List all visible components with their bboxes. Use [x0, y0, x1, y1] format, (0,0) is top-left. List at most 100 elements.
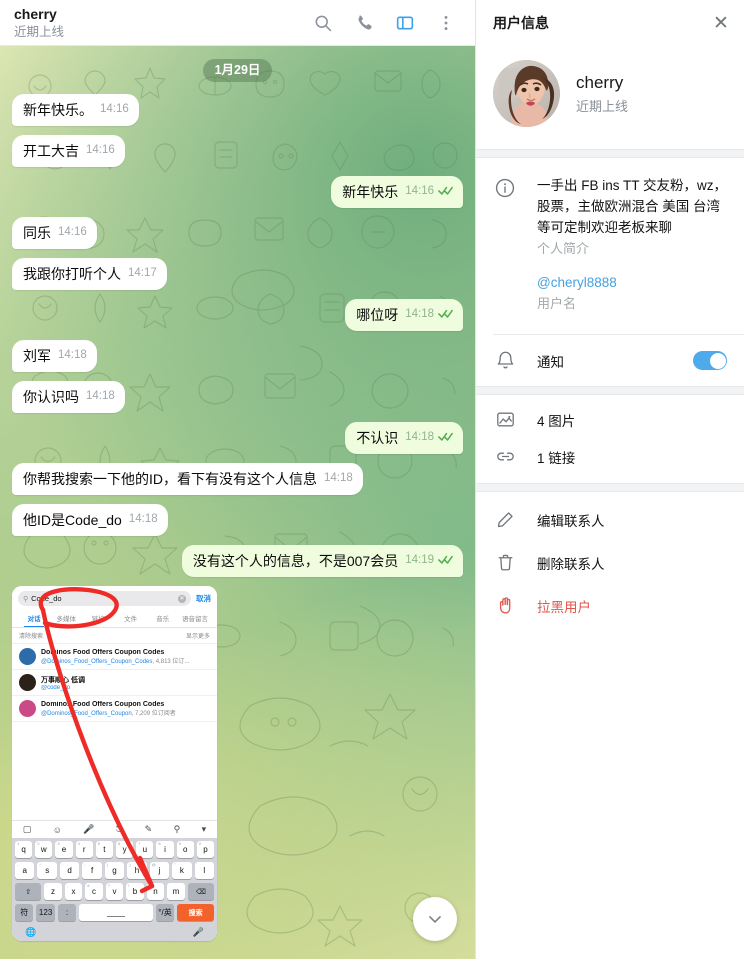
- keyboard-row-3: ⇧. z, x # c? v! b, n. m ⌫: [15, 883, 214, 900]
- more-menu-icon[interactable]: [435, 12, 457, 34]
- keyboard-key[interactable]: ,x: [64, 883, 83, 900]
- screenshot-tab[interactable]: 文件: [115, 610, 147, 627]
- keyboard-key[interactable]: 8i: [156, 841, 174, 858]
- globe-icon[interactable]: 🌐: [25, 927, 36, 938]
- keyboard-key[interactable]: :d: [59, 862, 80, 879]
- keyboard-key[interactable]: 5t: [95, 841, 113, 858]
- incoming-message-bubble[interactable]: 刘军 14:18: [12, 340, 97, 372]
- keyboard-key[interactable]: ⌫: [187, 883, 214, 900]
- incoming-message-bubble[interactable]: 你帮我搜索一下他的ID，看下有没有这个人信息 14:18: [12, 463, 363, 495]
- screenshot-tab[interactable]: 对话: [18, 610, 50, 627]
- handwriting-icon[interactable]: ✎: [145, 824, 153, 835]
- key-superscript: /: [39, 862, 41, 867]
- notifications-toggle[interactable]: [693, 351, 727, 370]
- photo-message-bubble[interactable]: ⚲ Code_do ✕ 取消 对话 多媒体 链接 文件 音乐 语音留言 清除搜索 显示更多: [12, 586, 217, 941]
- screenshot-result-row[interactable]: 万事顺心 低调 @code_do: [12, 670, 217, 696]
- incoming-message-bubble[interactable]: 他ID是Code_do 14:18: [12, 504, 168, 536]
- outgoing-message-bubble[interactable]: 哪位呀 14:18: [345, 299, 463, 331]
- keyboard-key[interactable]: 搜索: [177, 904, 215, 921]
- mic-icon[interactable]: 🎤: [83, 824, 94, 835]
- bio-row[interactable]: 一手出 FB ins TT 交友粉，wz，股票，主做欧洲混合 美国 台湾等可定制…: [493, 172, 727, 269]
- keyboard-key[interactable]: :: [57, 904, 77, 921]
- screenshot-result-row[interactable]: Dominos Food Offers Coupon Codes @Dominos…: [12, 696, 217, 722]
- message-list[interactable]: 1月29日 新年快乐。 14:16 开工大吉 14:16 新年快乐 14:16 同乐 14:1…: [0, 46, 475, 959]
- screenshot-tab[interactable]: 音乐: [147, 610, 179, 627]
- keyboard-key[interactable]: 3e: [55, 841, 73, 858]
- avatar[interactable]: [493, 60, 560, 127]
- chat-header-titles[interactable]: cherry 近期上线: [14, 6, 312, 40]
- incoming-message-bubble[interactable]: 新年快乐。 14:16: [12, 94, 139, 126]
- key-superscript: .: [46, 883, 48, 888]
- scroll-to-bottom-button[interactable]: [413, 897, 457, 941]
- keyboard-key[interactable]: ' l: [194, 862, 214, 879]
- search-icon[interactable]: ⚲: [174, 824, 181, 835]
- keyboard-key[interactable]: 符: [15, 904, 34, 921]
- keyboard-key[interactable]: / s: [37, 862, 57, 879]
- notifications-label: 通知: [537, 354, 564, 370]
- screenshot-tab[interactable]: 语音留言: [179, 610, 211, 627]
- keyboard-key[interactable]: 9o: [176, 841, 194, 858]
- screenshot-subbar-left[interactable]: 清除搜索: [19, 631, 43, 640]
- media-links-row[interactable]: 1 链接: [476, 438, 744, 475]
- phone-icon[interactable]: [353, 12, 375, 34]
- screenshot-tab[interactable]: 多媒体: [50, 610, 82, 627]
- outgoing-message-bubble[interactable]: 不认识 14:18: [345, 422, 463, 454]
- keyboard-key[interactable]: 7u: [136, 841, 154, 858]
- block-user-row[interactable]: 拉黑用户: [476, 584, 744, 627]
- keyboard-key[interactable]: 2w: [35, 841, 53, 858]
- message-meta: 14:16: [100, 100, 129, 120]
- incoming-message-bubble[interactable]: 开工大吉 14:16: [12, 135, 125, 167]
- keyboard-key[interactable]: ! b: [126, 883, 144, 900]
- photo-message-row: ⚲ Code_do ✕ 取消 对话 多媒体 链接 文件 音乐 语音留言 清除搜索 显示更多: [12, 586, 463, 941]
- keyboard-key[interactable]: ,n: [146, 883, 165, 900]
- profile-section: cherry 近期上线: [476, 46, 744, 149]
- result-text: Dominos Food Offers Coupon Codes @Dominos…: [41, 701, 210, 717]
- sidebar-toggle-icon[interactable]: [394, 12, 416, 34]
- message-row: 刘军 14:18: [12, 340, 463, 372]
- incoming-message-bubble[interactable]: 同乐 14:16: [12, 217, 97, 249]
- screenshot-search-field[interactable]: ⚲ Code_do ✕: [18, 591, 191, 606]
- keyboard-key[interactable]: .m: [167, 883, 185, 900]
- sogou-icon[interactable]: ▢: [23, 824, 32, 835]
- keyboard-key[interactable]: 6y: [116, 841, 134, 858]
- search-icon[interactable]: [312, 12, 334, 34]
- keyboard-key[interactable]: 0p: [196, 841, 215, 858]
- username-value[interactable]: @cheryl8888: [537, 272, 727, 293]
- keyboard-key[interactable]: 4r: [75, 841, 93, 858]
- edit-contact-row[interactable]: 编辑联系人: [476, 498, 744, 541]
- outgoing-message-bubble[interactable]: 没有这个人的信息，不是007会员 14:19: [181, 545, 463, 577]
- username-row[interactable]: @cheryl8888 用户名: [493, 269, 727, 324]
- incoming-message-bubble[interactable]: 我跟你打听个人 14:17: [12, 258, 167, 290]
- keyboard-key[interactable]: °/英: [155, 904, 175, 921]
- message-time: 14:17: [128, 267, 157, 279]
- keyboard-key[interactable]: # c: [85, 883, 103, 900]
- screenshot-result-row[interactable]: Dominos Food Offers Coupon Codes @Dominos…: [12, 644, 217, 670]
- notifications-row[interactable]: 通知: [476, 335, 744, 386]
- keyboard-key[interactable]: (g: [104, 862, 125, 879]
- delete-contact-row[interactable]: 删除联系人: [476, 541, 744, 584]
- clear-icon[interactable]: ✕: [178, 594, 186, 603]
- keyboard-key[interactable]: ⇧: [15, 883, 42, 900]
- message-time: 14:16: [405, 185, 434, 197]
- keyboard-key[interactable]: " k: [172, 862, 192, 879]
- outgoing-message-bubble[interactable]: 新年快乐 14:16: [331, 176, 463, 208]
- incoming-message-bubble[interactable]: 你认识吗 14:18: [12, 381, 125, 413]
- keyboard-key[interactable]: ? v: [105, 883, 124, 900]
- keyboard-key[interactable]: 1q: [14, 841, 33, 858]
- keyboard-key[interactable]: 123: [36, 904, 55, 921]
- emoji-icon[interactable]: ☺: [53, 825, 62, 835]
- keyboard-key[interactable]: -a: [15, 862, 35, 879]
- close-icon[interactable]: ✕: [710, 12, 732, 34]
- keyboard-icon[interactable]: ⎋: [116, 824, 123, 835]
- keyboard-key[interactable]: .z: [44, 883, 62, 900]
- collapse-icon[interactable]: ▾: [202, 824, 207, 835]
- screenshot-subbar-right[interactable]: 显示更多: [186, 631, 210, 640]
- mic-icon[interactable]: 🎤: [193, 927, 204, 938]
- keyboard-key[interactable]: @ j: [149, 862, 170, 879]
- keyboard-key[interactable]: ; f: [82, 862, 102, 879]
- keyboard-key[interactable]: ____: [79, 904, 153, 921]
- keyboard-key[interactable]: ) h: [127, 862, 147, 879]
- screenshot-tab[interactable]: 链接: [82, 610, 114, 627]
- screenshot-cancel-button[interactable]: 取消: [196, 593, 211, 604]
- media-photos-row[interactable]: 4 图片: [476, 401, 744, 438]
